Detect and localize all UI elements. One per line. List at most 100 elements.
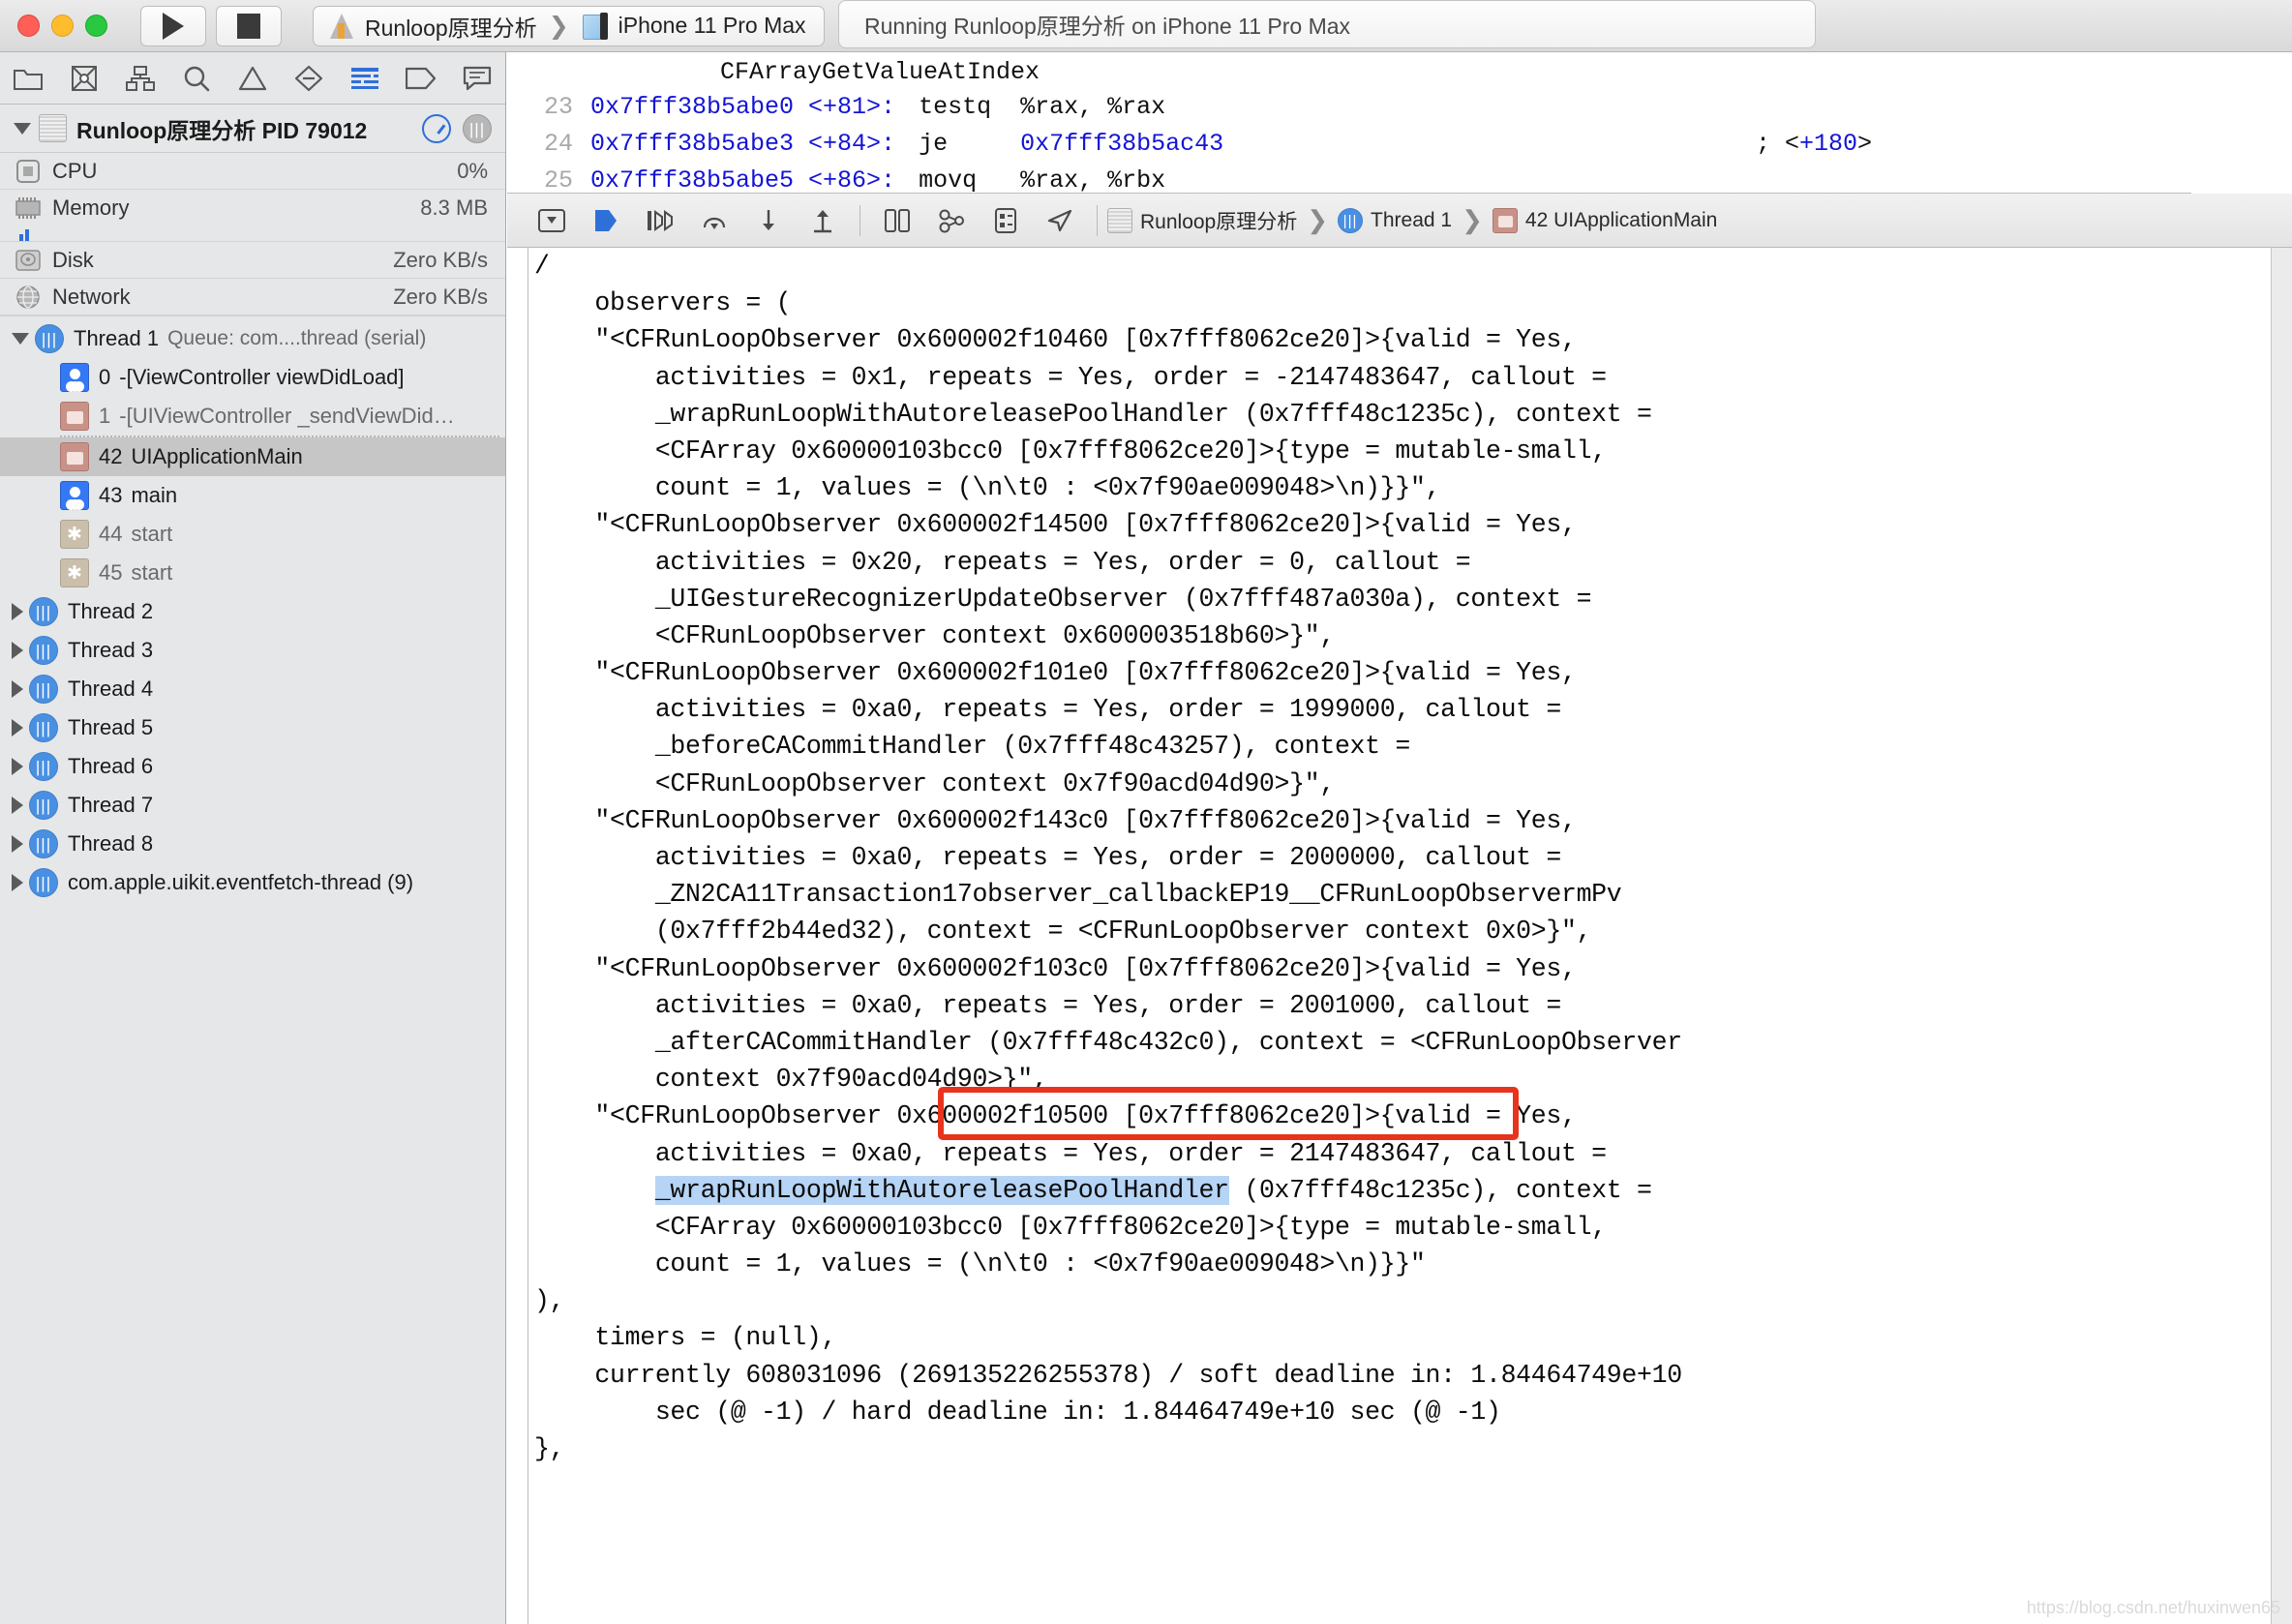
frame-icon (1492, 207, 1518, 233)
console-line: activities = 0xa0, repeats = Yes, order … (534, 990, 1561, 1020)
frame-label: start (131, 522, 173, 546)
thread-row-2[interactable]: Thread 2 (0, 592, 505, 631)
folder-icon[interactable] (0, 52, 56, 105)
gear-frame-icon (60, 558, 89, 587)
thread-label: Thread 2 (68, 599, 154, 623)
debug-bar: Runloop原理分析 ❯ Thread 1 ❯ 42 UIApplicatio… (507, 194, 2292, 248)
hide-debug-area-icon[interactable] (525, 198, 579, 243)
disclosure-triangle-icon[interactable] (12, 642, 23, 659)
breadcrumb-item-frame[interactable]: 42 UIApplicationMain (1525, 209, 1717, 232)
symbol-icon[interactable] (112, 52, 168, 105)
comment-icon[interactable] (449, 52, 505, 105)
disassembly-editor[interactable]: CFArrayGetValueAtIndex 23 0x7fff38b5abe0… (507, 52, 2191, 194)
environment-overrides-icon[interactable] (979, 198, 1033, 243)
instruction-address: 0x7fff38b5abe5 <+86>: (590, 165, 896, 194)
minimize-window-button[interactable] (51, 15, 74, 37)
chevron-right-icon: ❯ (1462, 205, 1483, 234)
memory-graph-icon[interactable] (924, 198, 979, 243)
frame-label: main (131, 483, 178, 507)
console-scrollbar[interactable] (2271, 248, 2292, 1624)
instruction-address: 0x7fff38b5abe0 <+81>: (590, 92, 896, 121)
console-line: _afterCACommitHandler (0x7fff48c432c0), … (534, 1027, 1682, 1057)
maximize-window-button[interactable] (85, 15, 107, 37)
toolbar-divider (1097, 204, 1098, 236)
thread-row-7[interactable]: Thread 7 (0, 786, 505, 825)
memory-icon (14, 195, 43, 222)
breadcrumb: Runloop原理分析 ❯ Thread 1 ❯ 42 UIApplicatio… (1107, 205, 1717, 235)
frame-label: UIApplicationMain (131, 444, 303, 468)
console-line: timers = (null), (534, 1323, 837, 1353)
stack-frame-row[interactable]: 1 -[UIViewController _sendViewDid… (0, 397, 505, 436)
navigator-pane: Runloop原理分析 PID 79012 CPU 0% Memory 8.3 … (0, 52, 506, 1624)
stack-frame-row[interactable]: 45 start (0, 554, 505, 592)
destination-name: iPhone 11 Pro Max (618, 13, 806, 38)
console-line: "<CFRunLoopObserver 0x600002f10460 [0x7f… (534, 325, 1577, 355)
stack-frame-row[interactable]: 0 -[ViewController viewDidLoad] (0, 358, 505, 397)
thread-row-eventfetch[interactable]: com.apple.uikit.eventfetch-thread (9) (0, 863, 505, 902)
thread-row-6[interactable]: Thread 6 (0, 747, 505, 786)
disclosure-triangle-icon[interactable] (12, 680, 23, 698)
disclosure-triangle-icon[interactable] (12, 333, 29, 345)
disclosure-triangle-icon[interactable] (12, 603, 23, 620)
location-simulate-icon[interactable] (1033, 198, 1087, 243)
thread-row-8[interactable]: Thread 8 (0, 825, 505, 863)
watermark: https://blog.csdn.net/huxinwen65 (2026, 1598, 2280, 1617)
line-number: 24 (543, 129, 573, 158)
console-line: _beforeCACommitHandler (0x7fff48c43257),… (534, 732, 1410, 762)
console-line: <CFRunLoopObserver context 0x600003518b6… (534, 620, 1335, 650)
gauge-label: Memory (52, 195, 130, 220)
thread-icon (29, 752, 58, 782)
gauge-row-memory[interactable]: Memory 8.3 MB (0, 190, 505, 226)
disclosure-triangle-icon[interactable] (12, 797, 23, 814)
step-out-up-icon[interactable] (796, 198, 850, 243)
threads-icon[interactable] (463, 113, 492, 144)
breadcrumb-item-thread[interactable]: Thread 1 (1371, 209, 1452, 232)
disassembly-line[interactable]: 23 0x7fff38b5abe0 <+81>: testq %rax, %ra… (507, 88, 2191, 125)
stack-frame-row[interactable]: 43 main (0, 476, 505, 515)
search-icon[interactable] (168, 52, 225, 105)
run-button[interactable] (140, 5, 206, 46)
thread-row-4[interactable]: Thread 4 (0, 670, 505, 708)
gauge-row-disk[interactable]: Disk Zero KB/s (0, 242, 505, 279)
process-header-row[interactable]: Runloop原理分析 PID 79012 (0, 105, 505, 153)
warning-icon[interactable] (225, 52, 281, 105)
close-window-button[interactable] (17, 15, 40, 37)
continue-icon[interactable] (579, 198, 633, 243)
scheme-selector[interactable]: Runloop原理分析 ❯ iPhone 11 Pro Max (313, 5, 825, 46)
console-output-area[interactable]: / observers = ( "<CFRunLoopObserver 0x60… (507, 248, 2292, 1624)
disclosure-triangle-icon[interactable] (12, 835, 23, 853)
thread-row-3[interactable]: Thread 3 (0, 631, 505, 670)
frame-index: 1 (99, 404, 111, 428)
step-into-icon[interactable] (687, 198, 741, 243)
instruction-target[interactable]: 0x7fff38b5ac43 (1020, 130, 1223, 158)
breadcrumb-item-process[interactable]: Runloop原理分析 (1140, 206, 1297, 235)
disclosure-triangle-icon[interactable] (12, 719, 23, 737)
console-line: ), (534, 1286, 565, 1316)
disassembly-line[interactable]: 25 0x7fff38b5abe5 <+86>: movq %rax, %rbx (507, 162, 2191, 194)
disclosure-triangle-icon[interactable] (12, 758, 23, 775)
stack-frame-row-selected[interactable]: 42 UIApplicationMain (0, 437, 505, 476)
stack-frame-row[interactable]: 44 start (0, 515, 505, 554)
debug-report-icon[interactable] (337, 52, 393, 105)
breakpoint-icon[interactable] (281, 52, 337, 105)
thread-row-5[interactable]: Thread 5 (0, 708, 505, 747)
view-hierarchy-icon[interactable] (870, 198, 924, 243)
console-line: "<CFRunLoopObserver 0x600002f10500 [0x7f… (534, 1101, 1577, 1131)
play-icon (163, 12, 184, 40)
gauge-label: CPU (52, 158, 98, 183)
thread-row-1[interactable]: Thread 1 Queue: com....thread (serial) (0, 319, 505, 358)
disassembly-line[interactable]: 24 0x7fff38b5abe3 <+84>: je 0x7fff38b5ac… (507, 125, 2191, 162)
console-line: }, (534, 1434, 565, 1463)
gauge-row-cpu[interactable]: CPU 0% (0, 153, 505, 190)
instruction-opcode: testq %rax, %rax (919, 92, 1166, 121)
gauge-icon[interactable] (422, 113, 451, 143)
gauge-row-network[interactable]: Network Zero KB/s (0, 279, 505, 316)
xcode-scheme-icon (327, 12, 356, 41)
step-over-icon[interactable] (633, 198, 687, 243)
source-control-icon[interactable] (56, 52, 112, 105)
disclosure-triangle-icon[interactable] (12, 874, 23, 891)
tag-icon[interactable] (393, 52, 449, 105)
disclosure-triangle-icon[interactable] (14, 122, 31, 135)
step-out-icon[interactable] (741, 198, 796, 243)
stop-button[interactable] (216, 5, 282, 46)
